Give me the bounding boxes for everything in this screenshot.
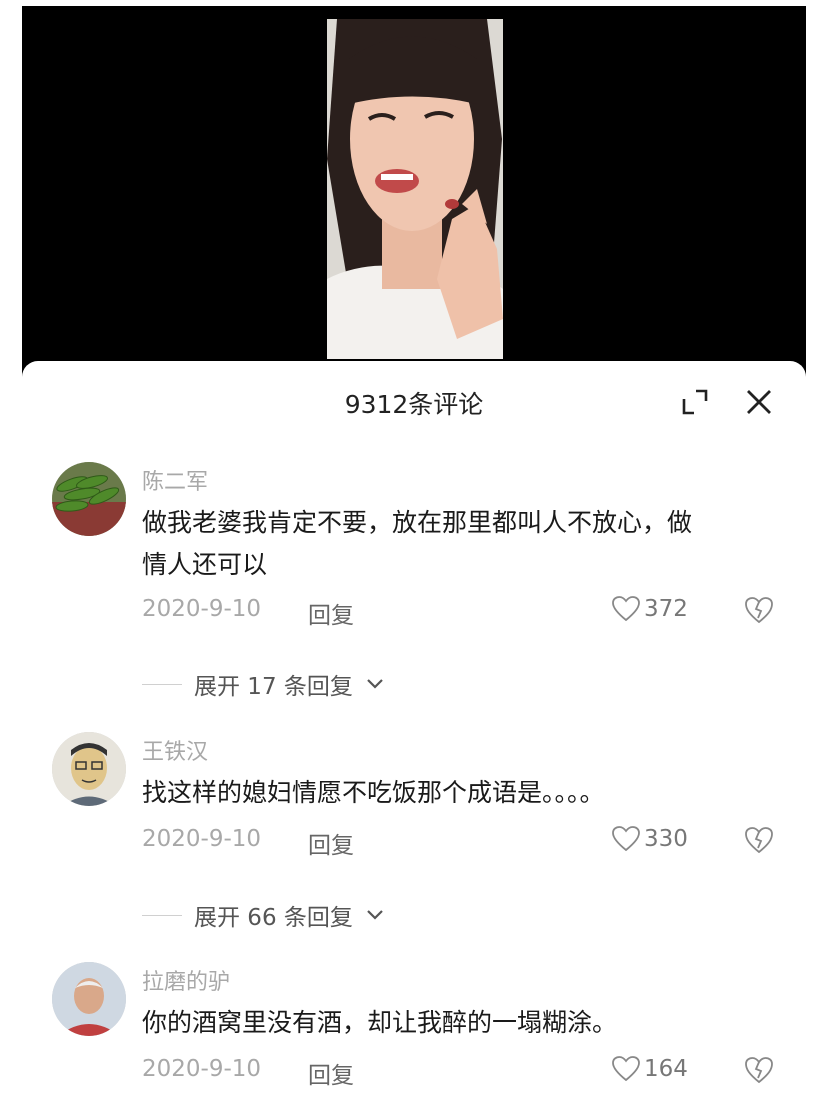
- like-count: 372: [644, 596, 688, 622]
- broken-heart-icon[interactable]: [744, 596, 774, 624]
- comment-item: 拉磨的驴 你的酒窝里没有酒，却让我醉的一塌糊涂。 2020-9-10 回复 16…: [22, 962, 806, 1102]
- avatar[interactable]: [52, 962, 126, 1036]
- expand-replies-label: 展开 17 条回复: [194, 674, 353, 700]
- like-button[interactable]: 164: [612, 1056, 688, 1082]
- broken-heart-icon[interactable]: [744, 826, 774, 854]
- avatar-cartoon-man-image: [52, 732, 126, 806]
- sheet-header: 9312条评论: [22, 361, 806, 441]
- reply-button[interactable]: 回复: [308, 826, 354, 860]
- expand-replies-button[interactable]: 展开 17 条回复: [142, 667, 385, 701]
- video-player[interactable]: [22, 6, 806, 386]
- avatar-cucumbers-image: [52, 462, 126, 536]
- chevron-down-icon: [367, 679, 383, 689]
- reply-button[interactable]: 回复: [308, 1056, 354, 1090]
- video-frame: [327, 19, 503, 359]
- comment-date: 2020-9-10: [142, 1056, 262, 1082]
- comment-sheet: 9312条评论 陈二军 做我老婆我肯定不要，放在那里都叫人不放心，做情人还可以 …: [22, 361, 806, 1103]
- comment-item: 王铁汉 找这样的媳妇情愿不吃饭那个成语是。。。。 2020-9-10 回复 33…: [22, 732, 806, 932]
- expand-replies-button[interactable]: 展开 66 条回复: [142, 898, 385, 932]
- expand-replies-label: 展开 66 条回复: [194, 905, 353, 931]
- chevron-down-icon: [367, 910, 383, 920]
- comment-item: 陈二军 做我老婆我肯定不要，放在那里都叫人不放心，做情人还可以 2020-9-1…: [22, 462, 806, 700]
- avatar[interactable]: [52, 732, 126, 806]
- comment-text: 你的酒窝里没有酒，却让我醉的一塌糊涂。: [142, 1008, 618, 1037]
- heart-icon: [612, 596, 640, 622]
- divider-line: [142, 683, 182, 685]
- like-count: 330: [644, 826, 688, 852]
- close-icon[interactable]: [744, 387, 774, 417]
- comment-text: 找这样的媳妇情愿不吃饭那个成语是。。。。: [142, 778, 605, 807]
- username[interactable]: 王铁汉: [142, 734, 208, 766]
- like-count: 164: [644, 1056, 688, 1082]
- expand-icon[interactable]: [680, 387, 710, 417]
- comment-date: 2020-9-10: [142, 596, 262, 622]
- reply-button[interactable]: 回复: [308, 596, 354, 630]
- heart-icon: [612, 826, 640, 852]
- like-button[interactable]: 372: [612, 596, 688, 622]
- username[interactable]: 拉磨的驴: [142, 964, 230, 996]
- video-person-image: [327, 19, 503, 359]
- divider-line: [142, 914, 182, 916]
- username[interactable]: 陈二军: [142, 464, 208, 496]
- broken-heart-icon[interactable]: [744, 1056, 774, 1084]
- avatar-man-photo-image: [52, 962, 126, 1036]
- avatar[interactable]: [52, 462, 126, 536]
- heart-icon: [612, 1056, 640, 1082]
- comment-text: 做我老婆我肯定不要，放在那里都叫人不放心，做情人还可以: [142, 508, 693, 579]
- like-button[interactable]: 330: [612, 826, 688, 852]
- comment-date: 2020-9-10: [142, 826, 262, 852]
